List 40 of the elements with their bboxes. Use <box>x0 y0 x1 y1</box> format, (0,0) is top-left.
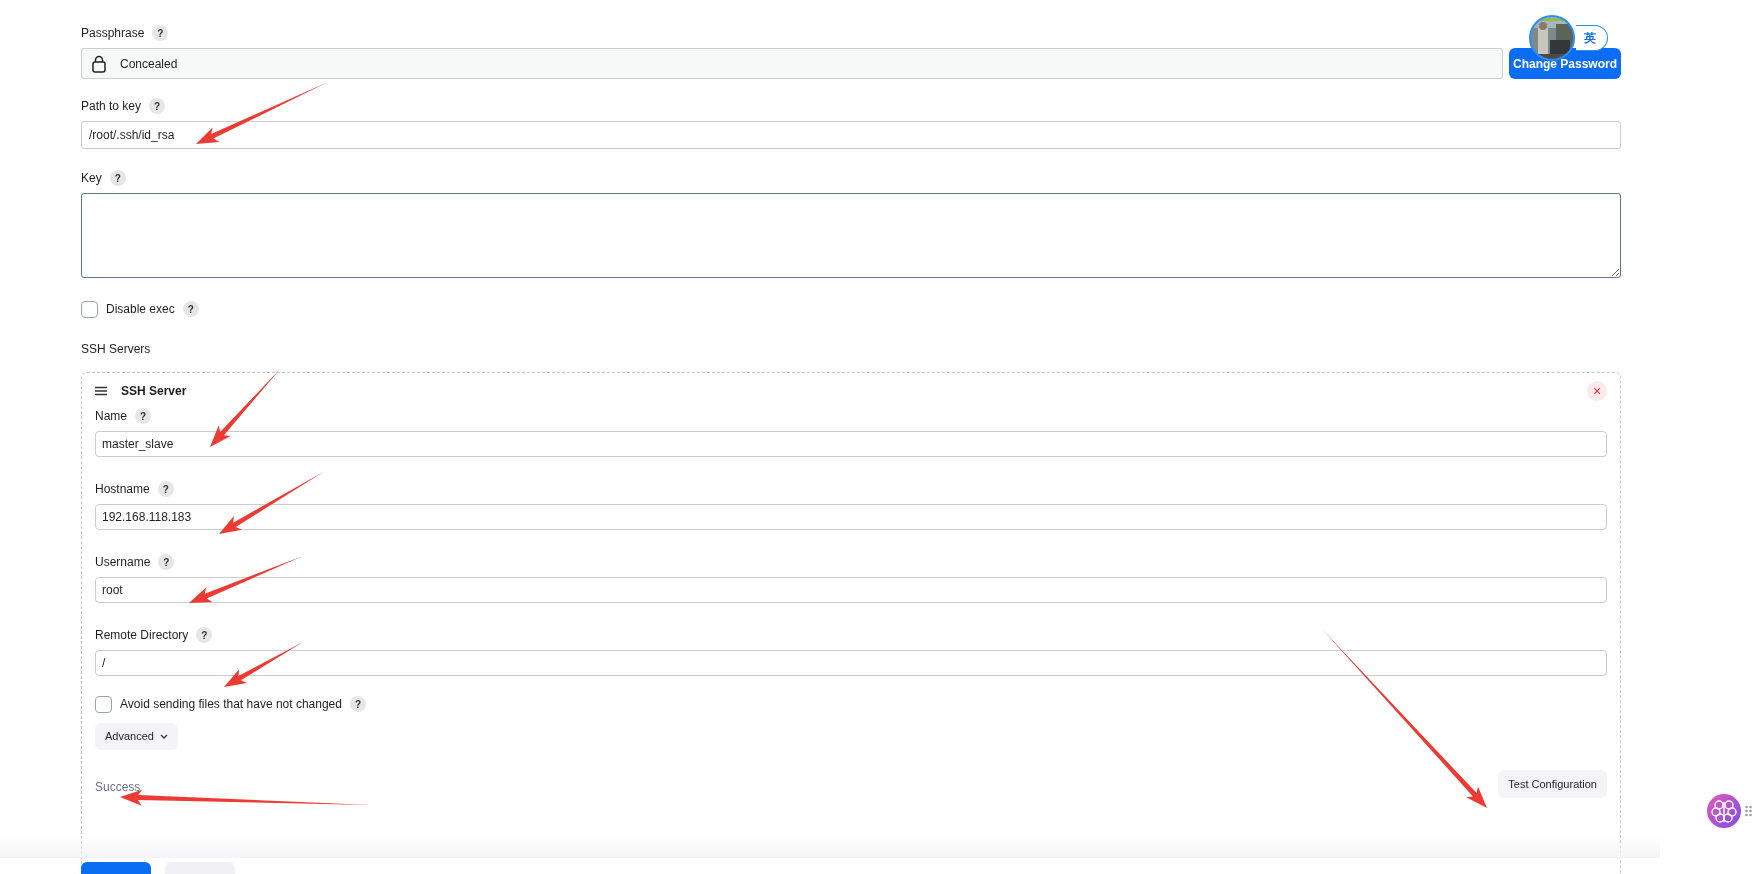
field-label: Path to key <box>81 98 142 115</box>
help-icon[interactable]: ? <box>109 170 126 186</box>
chevron-down-icon <box>159 733 168 740</box>
input-field[interactable]: /root/.ssh/id_rsa <box>81 121 1621 149</box>
help-icon[interactable]: ? <box>149 98 166 114</box>
field-label: Name <box>95 408 127 425</box>
help-icon[interactable]: ? <box>182 301 199 317</box>
help-icon[interactable]: ? <box>152 25 169 41</box>
section-label: SSH Servers <box>81 341 152 358</box>
input-field[interactable]: master_slave <box>95 431 1607 457</box>
input-method-badge[interactable]: 英 <box>1576 25 1608 51</box>
input-field[interactable]: root <box>95 577 1607 603</box>
brain-icon[interactable] <box>1707 794 1741 828</box>
help-icon[interactable]: ? <box>349 696 366 712</box>
passphrase-field[interactable]: Concealed <box>81 48 1503 79</box>
card-title: SSH Server <box>121 383 187 400</box>
grip-icon[interactable] <box>1745 805 1752 817</box>
help-icon[interactable]: ? <box>158 554 175 570</box>
field-value: Concealed <box>120 55 178 73</box>
help-icon[interactable]: ? <box>135 408 151 424</box>
field-label: Key <box>81 170 102 187</box>
checkbox[interactable] <box>95 695 112 713</box>
field-label: Remote Directory <box>95 627 189 644</box>
checkbox-label: Avoid sending files that have not changed <box>120 696 342 713</box>
test-configuration-button[interactable]: Test Configuration <box>1498 770 1607 798</box>
close-button[interactable]: × <box>1587 381 1607 401</box>
padlock-icon <box>92 54 106 73</box>
help-icon[interactable]: ? <box>196 627 213 643</box>
key-text-area[interactable] <box>81 193 1621 278</box>
drag-handle-icon[interactable] <box>95 386 107 396</box>
checkbox[interactable] <box>81 300 98 318</box>
checkbox-label: Disable exec <box>106 301 175 318</box>
input-field[interactable]: / <box>95 650 1607 676</box>
field-label: Passphrase <box>81 25 145 42</box>
advanced-button[interactable]: Advanced <box>95 723 178 750</box>
help-icon[interactable]: ? <box>157 481 174 497</box>
field-label: Hostname <box>95 481 150 498</box>
input-field[interactable]: 192.168.118.183 <box>95 504 1607 530</box>
status-text: Success <box>95 779 141 796</box>
field-label: Username <box>95 554 151 571</box>
